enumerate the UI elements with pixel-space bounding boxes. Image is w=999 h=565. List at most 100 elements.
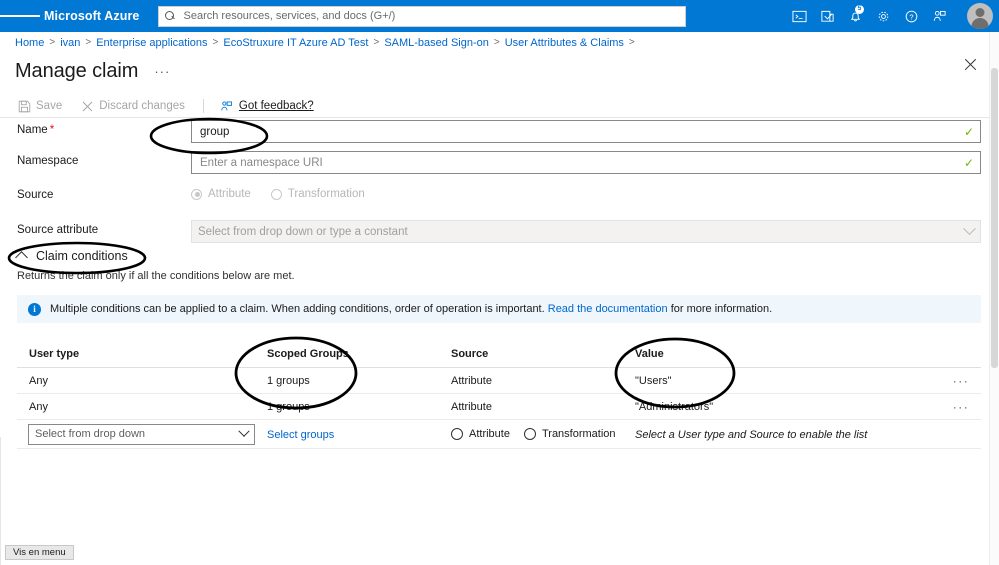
table-new-condition-row: Select from drop down Select groups Attr… [17, 420, 981, 448]
breadcrumb-item-saml-sign-on[interactable]: SAML-based Sign-on [384, 37, 489, 49]
search-input[interactable] [181, 9, 679, 23]
page-title: Manage claim [15, 60, 139, 82]
save-button[interactable]: Save [17, 99, 62, 113]
value-hint-text: Select a User type and Source to enable … [635, 429, 868, 441]
user-avatar[interactable] [967, 3, 993, 29]
namespace-input[interactable] [198, 152, 960, 173]
new-row-source-cell: Attribute Transformation [451, 428, 635, 440]
breadcrumb-separator: > [49, 37, 56, 48]
radio-unselected-icon [523, 428, 536, 440]
new-row-radio-transformation-label: Transformation [541, 428, 616, 440]
claim-conditions-table: User type Scoped Groups Source Value Any… [17, 340, 981, 449]
discard-changes-button[interactable]: Discard changes [80, 99, 185, 113]
page-more-menu-icon[interactable]: ··· [154, 65, 170, 78]
global-search-box[interactable] [157, 5, 686, 27]
discard-x-icon [80, 99, 94, 113]
breadcrumb-separator: > [493, 37, 500, 48]
azure-brand-label[interactable]: Microsoft Azure [40, 9, 152, 23]
user-type-dropdown-placeholder: Select from drop down [35, 428, 146, 440]
cell-user-type: Any [29, 400, 48, 413]
user-type-dropdown[interactable]: Select from drop down [28, 423, 255, 445]
show-in-menu-button[interactable]: Vis en menu [5, 545, 74, 560]
name-field-row: Name* ✓ [0, 120, 999, 143]
namespace-valid-check-icon: ✓ [963, 155, 974, 170]
namespace-field-row: Namespace ✓ [0, 151, 999, 174]
got-feedback-label: Got feedback? [238, 100, 314, 112]
name-input[interactable] [198, 121, 960, 142]
breadcrumb-separator: > [628, 37, 635, 48]
cloud-shell-icon[interactable] [785, 0, 813, 32]
column-header-value: Value [635, 347, 664, 360]
table-row[interactable]: Any 1 groups Attribute "Users" ··· [17, 368, 981, 393]
read-the-documentation-link[interactable]: Read the documentation [548, 303, 668, 315]
breadcrumb-item-ivan[interactable]: ivan [60, 37, 80, 49]
cell-source: Attribute [451, 374, 492, 387]
source-attribute-field-row: Source attribute Select from drop down o… [0, 220, 999, 244]
breadcrumb: Home > ivan > Enterprise applications > … [0, 32, 999, 53]
breadcrumb-item-home[interactable]: Home [15, 37, 44, 49]
feedback-person-icon[interactable] [925, 0, 953, 32]
breadcrumb-separator: > [212, 37, 219, 48]
command-bar-divider [202, 99, 204, 113]
namespace-input-wrapper[interactable]: ✓ [191, 151, 981, 174]
top-bar-icon-group: 5 ? [785, 0, 999, 32]
source-radio-attribute-label: Attribute [208, 188, 251, 200]
new-row-radio-attribute-label: Attribute [469, 428, 510, 440]
breadcrumb-item-enterprise-applications[interactable]: Enterprise applications [96, 37, 207, 49]
table-row[interactable]: Any 1 groups Attribute "Administrators" … [17, 394, 981, 419]
directories-subscriptions-icon[interactable] [813, 0, 841, 32]
cell-scoped-groups: 1 groups [267, 374, 310, 387]
source-label: Source [17, 189, 54, 201]
cell-value: "Administrators" [635, 400, 714, 413]
vertical-scrollbar-track[interactable] [989, 32, 999, 565]
chevron-up-icon [15, 251, 28, 264]
source-radio-attribute[interactable]: Attribute [191, 188, 251, 200]
cell-scoped-groups: 1 groups [267, 400, 310, 413]
content-left-border [0, 437, 1, 565]
column-header-user-type: User type [29, 347, 80, 360]
discard-changes-label: Discard changes [99, 100, 185, 112]
new-row-radio-transformation[interactable]: Transformation [523, 428, 616, 440]
source-field-row: Source Attribute Transformation [0, 182, 999, 212]
required-asterisk: * [49, 124, 55, 136]
search-icon [164, 10, 176, 22]
select-groups-link[interactable]: Select groups [267, 429, 334, 441]
claim-conditions-section-toggle[interactable]: Claim conditions [15, 249, 128, 264]
name-input-wrapper[interactable]: ✓ [191, 120, 981, 143]
new-row-user-type-cell: Select from drop down [17, 423, 267, 445]
cell-value: "Users" [635, 374, 672, 387]
top-navigation-bar: Microsoft Azure Search resources, servic… [0, 0, 999, 32]
settings-gear-icon[interactable] [869, 0, 897, 32]
notification-count-badge: 5 [855, 5, 864, 14]
new-row-value-cell: Select a User type and Source to enable … [635, 425, 941, 443]
help-question-icon[interactable]: ? [897, 0, 925, 32]
source-attribute-placeholder: Select from drop down or type a constant [198, 225, 408, 238]
row-context-menu-icon[interactable]: ··· [941, 401, 981, 413]
cell-user-type: Any [29, 374, 48, 387]
claim-conditions-subtitle: Returns the claim only if all the condit… [17, 270, 295, 282]
table-bottom-divider [17, 448, 981, 449]
info-icon: i [28, 302, 41, 316]
svg-text:?: ? [909, 12, 913, 21]
breadcrumb-item-app[interactable]: EcoStruxure IT Azure AD Test [223, 37, 368, 49]
new-row-scoped-groups-cell: Select groups [267, 425, 451, 443]
breadcrumb-separator: > [85, 37, 92, 48]
hamburger-menu-icon[interactable] [0, 0, 40, 32]
info-banner-text: Multiple conditions can be applied to a … [50, 303, 772, 315]
name-label-text: Name [17, 124, 48, 136]
column-header-source: Source [451, 347, 489, 360]
vertical-scrollbar-thumb[interactable] [991, 68, 998, 368]
source-attribute-dropdown[interactable]: Select from drop down or type a constant [191, 220, 981, 243]
notifications-bell-icon[interactable]: 5 [841, 0, 869, 32]
table-header-row: User type Scoped Groups Source Value [17, 340, 981, 367]
source-radio-transformation[interactable]: Transformation [270, 188, 365, 200]
chevron-down-icon [963, 222, 976, 236]
claim-form: Name* ✓ Namespace ✓ Source Attribute [0, 120, 999, 252]
got-feedback-button[interactable]: Got feedback? [220, 99, 314, 113]
row-context-menu-icon[interactable]: ··· [941, 375, 981, 387]
source-attribute-label: Source attribute [17, 224, 99, 236]
info-banner: i Multiple conditions can be applied to … [17, 295, 981, 323]
new-row-radio-attribute[interactable]: Attribute [451, 428, 510, 440]
close-icon[interactable] [963, 57, 979, 73]
breadcrumb-item-user-attributes-claims[interactable]: User Attributes & Claims [505, 37, 624, 49]
